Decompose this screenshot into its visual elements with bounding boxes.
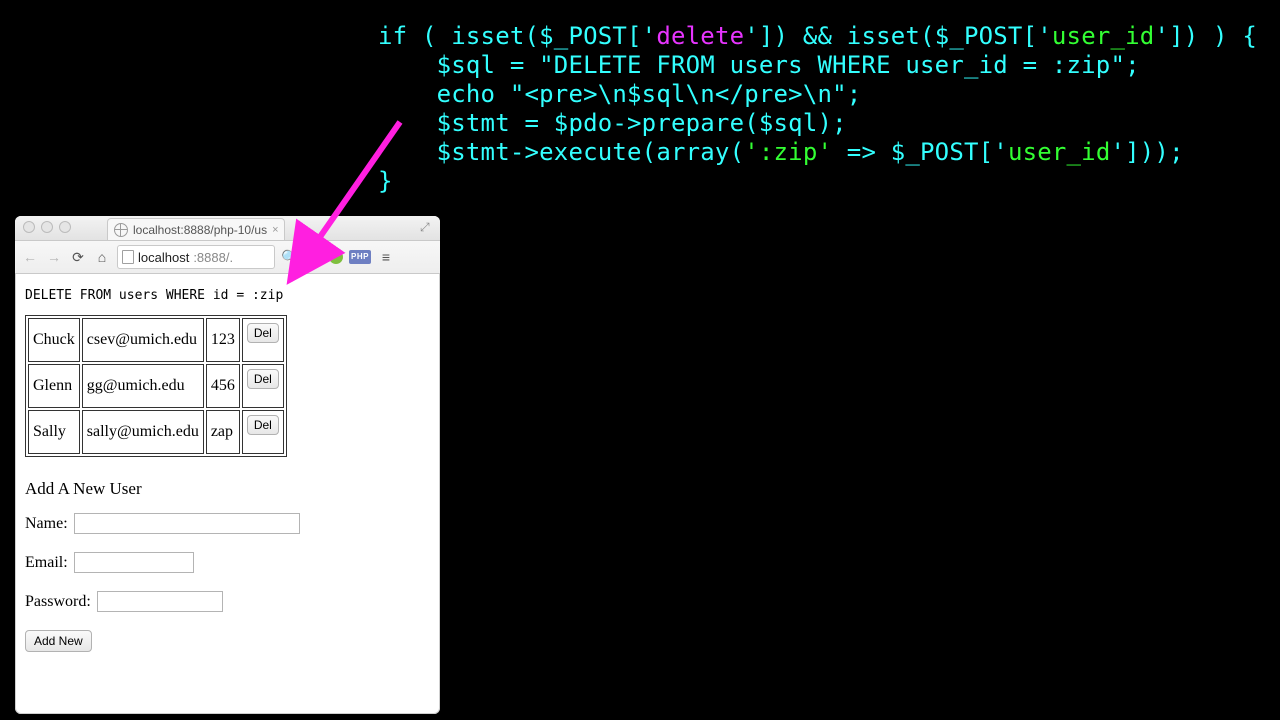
home-button[interactable]: ⌂: [93, 249, 111, 265]
page-icon: [122, 250, 134, 264]
address-bar[interactable]: localhost :8888/.: [117, 245, 275, 269]
email-input[interactable]: [74, 552, 194, 573]
delete-button[interactable]: Del: [247, 369, 279, 389]
browser-toolbar: ← → ⟳ ⌂ localhost :8888/. 🔍 ☆ PHP ≡: [15, 241, 440, 274]
address-rest: :8888/.: [193, 250, 233, 265]
tab-close-icon[interactable]: ×: [272, 224, 278, 236]
delete-button[interactable]: Del: [247, 415, 279, 435]
code-line-2: $sql = "DELETE FROM users WHERE user_id …: [378, 51, 1140, 79]
window-close-icon[interactable]: [23, 221, 35, 233]
password-input[interactable]: [97, 591, 223, 612]
user-email: sally@umich.edu: [82, 410, 204, 454]
table-row: Chuck csev@umich.edu 123 Del: [28, 318, 284, 362]
form-row-email: Email:: [25, 552, 430, 573]
user-name: Chuck: [28, 318, 80, 362]
window-minimize-icon[interactable]: [41, 221, 53, 233]
code-line-3: echo "<pre>\n$sql\n</pre>\n";: [378, 80, 861, 108]
window-titlebar: localhost:8888/php-10/us × ⤢: [15, 216, 440, 241]
window-traffic-lights: [23, 221, 71, 233]
fullscreen-icon[interactable]: ⤢: [420, 221, 432, 233]
code-line-6: }: [378, 167, 393, 195]
tab-title: localhost:8888/php-10/us: [133, 223, 267, 237]
bookmark-icon[interactable]: ☆: [305, 249, 323, 266]
sql-echo-output: DELETE FROM users WHERE id = :zip: [25, 288, 430, 303]
user-pw: zap: [206, 410, 240, 454]
delete-button[interactable]: Del: [247, 323, 279, 343]
page-content: DELETE FROM users WHERE id = :zip Chuck …: [15, 274, 440, 660]
forward-button[interactable]: →: [45, 249, 63, 265]
table-row: Glenn gg@umich.edu 456 Del: [28, 364, 284, 408]
user-email: csev@umich.edu: [82, 318, 204, 362]
address-host: localhost: [138, 250, 189, 265]
user-email: gg@umich.edu: [82, 364, 204, 408]
table-row: Sally sally@umich.edu zap Del: [28, 410, 284, 454]
browser-window: localhost:8888/php-10/us × ⤢ ← → ⟳ ⌂ loc…: [15, 216, 440, 714]
add-new-button[interactable]: Add New: [25, 630, 92, 652]
form-row-password: Password:: [25, 591, 430, 612]
code-line-1: if ( isset($_POST['delete']) && isset($_…: [378, 22, 1257, 50]
zoom-icon[interactable]: 🔍: [281, 249, 299, 266]
extension-dot-icon[interactable]: [329, 250, 343, 264]
user-name: Glenn: [28, 364, 80, 408]
label-password: Password:: [25, 593, 91, 611]
label-name: Name:: [25, 515, 68, 533]
reload-button[interactable]: ⟳: [69, 249, 87, 266]
code-line-5: $stmt->execute(array(':zip' => $_POST['u…: [378, 138, 1184, 166]
user-name: Sally: [28, 410, 80, 454]
form-row-name: Name:: [25, 513, 430, 534]
users-table: Chuck csev@umich.edu 123 Del Glenn gg@um…: [25, 315, 287, 457]
back-button[interactable]: ←: [21, 249, 39, 265]
user-pw: 456: [206, 364, 240, 408]
code-line-4: $stmt = $pdo->prepare($sql);: [378, 109, 847, 137]
php-code-block: if ( isset($_POST['delete']) && isset($_…: [378, 22, 1257, 196]
menu-icon[interactable]: ≡: [377, 249, 395, 265]
name-input[interactable]: [74, 513, 300, 534]
browser-tab[interactable]: localhost:8888/php-10/us ×: [107, 218, 285, 240]
window-zoom-icon[interactable]: [59, 221, 71, 233]
user-pw: 123: [206, 318, 240, 362]
php-badge-icon[interactable]: PHP: [349, 250, 371, 264]
globe-icon: [114, 223, 128, 237]
add-user-heading: Add A New User: [25, 479, 430, 499]
label-email: Email:: [25, 554, 68, 572]
